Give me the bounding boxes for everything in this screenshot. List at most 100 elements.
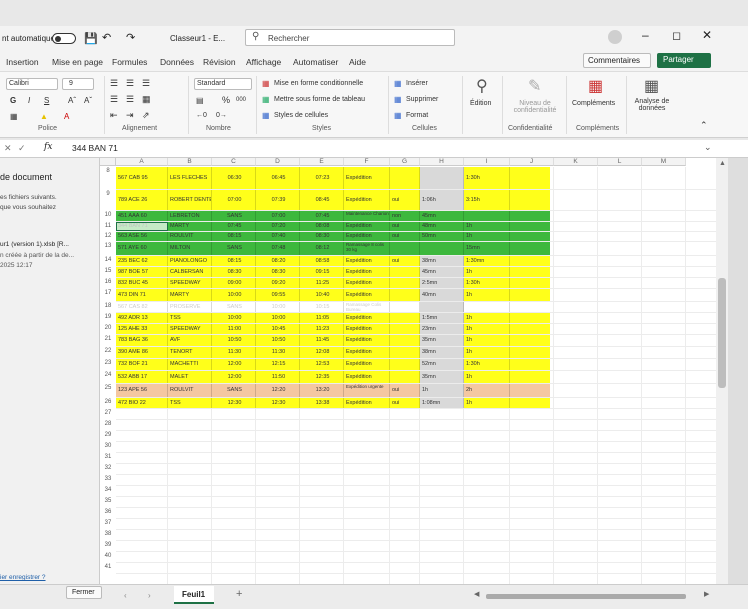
cell[interactable]: 08:45: [300, 190, 344, 210]
cell[interactable]: [510, 371, 550, 383]
cell[interactable]: PIANOLONGO: [168, 256, 212, 266]
column-header[interactable]: L: [598, 158, 642, 166]
row-number[interactable]: 17: [100, 290, 116, 296]
cell[interactable]: PROSERVE: [168, 302, 212, 312]
cell[interactable]: Expédition: [344, 222, 390, 231]
cell[interactable]: 1h: [464, 347, 510, 358]
cell[interactable]: [510, 278, 550, 288]
cell[interactable]: 10:40: [300, 289, 344, 301]
cell-styles-button[interactable]: Styles de cellules: [274, 112, 328, 119]
align-bottom-icon[interactable]: ☰: [142, 78, 150, 89]
cell[interactable]: 08:30: [256, 267, 300, 277]
cell[interactable]: 08:15: [212, 232, 256, 241]
cell[interactable]: 1h: [464, 232, 510, 241]
cell[interactable]: 10:00: [256, 313, 300, 323]
cell[interactable]: 451 AAA 60: [116, 211, 168, 221]
cell[interactable]: 10:00: [212, 313, 256, 323]
row-number[interactable]: 31: [100, 454, 116, 460]
cell[interactable]: 12:53: [300, 359, 344, 370]
cell[interactable]: 12:20: [256, 384, 300, 397]
cell[interactable]: 2h: [464, 384, 510, 397]
formula-input[interactable]: 344 BAN 71: [72, 143, 118, 153]
underline-icon[interactable]: S: [44, 96, 49, 105]
row-number[interactable]: 37: [100, 520, 116, 526]
cell[interactable]: 3:15h: [464, 190, 510, 210]
menu-insertion[interactable]: Insertion: [6, 57, 39, 67]
cell[interactable]: ROBERT DENTE: [168, 190, 212, 210]
cell[interactable]: 12:30: [256, 398, 300, 408]
row-number[interactable]: 36: [100, 509, 116, 515]
prev-sheet-icon[interactable]: ‹: [124, 591, 127, 600]
cell[interactable]: 35mn: [420, 371, 464, 383]
cell[interactable]: 12:08: [300, 347, 344, 358]
cell[interactable]: 12:00: [212, 359, 256, 370]
bold-icon[interactable]: G: [10, 96, 16, 105]
cell[interactable]: ROULVIT: [168, 384, 212, 397]
cell[interactable]: [510, 347, 550, 358]
cell[interactable]: AVF: [168, 335, 212, 346]
row-number[interactable]: 38: [100, 531, 116, 537]
column-header[interactable]: C: [212, 158, 256, 166]
cell[interactable]: 09:15: [300, 267, 344, 277]
cell[interactable]: 23mn: [420, 324, 464, 334]
cell[interactable]: 1:30mn: [464, 256, 510, 266]
row-number[interactable]: 19: [100, 314, 116, 320]
cell[interactable]: [510, 222, 550, 231]
cell[interactable]: 12:30: [212, 398, 256, 408]
cell[interactable]: 07:00: [256, 211, 300, 221]
cell[interactable]: 11:25: [300, 278, 344, 288]
cell[interactable]: [510, 211, 550, 221]
cell[interactable]: 09:20: [256, 278, 300, 288]
cell[interactable]: 125 AHE 33: [116, 324, 168, 334]
cell[interactable]: MACHETTI: [168, 359, 212, 370]
cell[interactable]: MILTON: [168, 242, 212, 255]
cell[interactable]: 11:05: [300, 313, 344, 323]
row-number[interactable]: 15: [100, 268, 116, 274]
active-cell[interactable]: [116, 222, 168, 231]
table-format-button[interactable]: Mettre sous forme de tableau: [274, 96, 365, 103]
cell[interactable]: Expédition: [344, 347, 390, 358]
cell[interactable]: 13:38: [300, 398, 344, 408]
cell[interactable]: 08:20: [256, 256, 300, 266]
cell[interactable]: 473 DIN 71: [116, 289, 168, 301]
font-color-icon[interactable]: A: [64, 112, 69, 121]
menu-automate[interactable]: Automatiser: [293, 57, 338, 67]
cell[interactable]: 10:50: [256, 335, 300, 346]
column-header[interactable]: M: [642, 158, 686, 166]
cell[interactable]: Expédition: [344, 278, 390, 288]
cell[interactable]: 2:5mn: [420, 278, 464, 288]
orientation-icon[interactable]: ⇗: [142, 110, 150, 121]
cell[interactable]: [390, 371, 420, 383]
insert-button[interactable]: Insérer: [406, 80, 428, 87]
column-header[interactable]: H: [420, 158, 464, 166]
worksheet-grid[interactable]: ABCDEFGHIJKLM 8 567 CAB 95 LES FLECHES 06:3…: [100, 158, 716, 588]
cell[interactable]: 08:30: [300, 232, 344, 241]
cell[interactable]: [510, 313, 550, 323]
cell[interactable]: [390, 289, 420, 301]
cell[interactable]: [464, 302, 510, 312]
cell[interactable]: [390, 278, 420, 288]
cell[interactable]: oui: [390, 384, 420, 397]
cell[interactable]: 571 AYE 60: [116, 242, 168, 255]
row-number[interactable]: 29: [100, 432, 116, 438]
cell[interactable]: 08:08: [300, 222, 344, 231]
align-top-icon[interactable]: ☰: [110, 78, 118, 89]
cell[interactable]: 563 ASE 56: [116, 232, 168, 241]
cell[interactable]: 1h: [464, 267, 510, 277]
cell[interactable]: 07:48: [256, 242, 300, 255]
cell[interactable]: 1h: [464, 398, 510, 408]
cell[interactable]: 1:08mn: [420, 398, 464, 408]
column-header[interactable]: G: [390, 158, 420, 166]
cell[interactable]: 08:15: [212, 256, 256, 266]
menu-page-layout[interactable]: Mise en page: [52, 57, 103, 67]
cell[interactable]: [390, 313, 420, 323]
column-header[interactable]: E: [300, 158, 344, 166]
cell[interactable]: 783 BAG 36: [116, 335, 168, 346]
cell[interactable]: [390, 335, 420, 346]
search-box[interactable]: ⚲ Rechercher: [245, 29, 455, 46]
cell[interactable]: 15mn: [464, 242, 510, 255]
cell[interactable]: Expédition: [344, 313, 390, 323]
undo-icon[interactable]: ↶: [102, 31, 111, 44]
cell[interactable]: 492 ADR 13: [116, 313, 168, 323]
row-number[interactable]: 39: [100, 542, 116, 548]
